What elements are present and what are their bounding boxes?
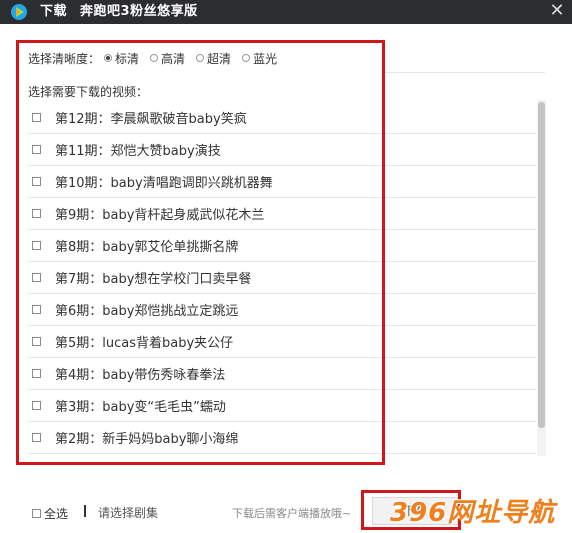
checkbox[interactable] <box>32 113 41 122</box>
list-item[interactable]: 第3期：baby变“毛毛虫”蠕动 <box>28 390 536 422</box>
list-item[interactable]: 第6期：baby郑恺挑战立定跳远 <box>28 294 536 326</box>
videos-label: 选择需要下载的视频： <box>28 85 149 99</box>
episode-label: 第6期：baby郑恺挑战立定跳远 <box>55 304 239 319</box>
episode-label: 第2期：新手妈妈baby聊小海绵 <box>55 432 239 447</box>
radio-icon <box>196 54 205 62</box>
radio-icon <box>242 54 251 62</box>
checkbox[interactable] <box>32 369 41 378</box>
list-item[interactable]: 第4期：baby带伤秀咏春拳法 <box>28 358 536 390</box>
episode-label: 第8期：baby郭艾伦单挑撕名牌 <box>55 240 239 255</box>
checkbox[interactable] <box>32 241 41 250</box>
list-item[interactable]: 第5期：lucas背着baby夹公仔 <box>28 326 536 358</box>
list-item[interactable]: 第10期：baby清唱跑调即兴跳机器舞 <box>28 166 536 198</box>
episode-label: 第7期：baby想在学校门口卖早餐 <box>55 272 252 287</box>
quality-selector: 选择清晰度： 标清 高清 超清 蓝光 <box>28 50 288 66</box>
title-action: 下载 <box>40 4 68 19</box>
quality-option-bluray[interactable]: 蓝光 <box>242 50 277 67</box>
title-bar: 下载 奔跑吧3粉丝悠享版 ✕ <box>0 0 572 24</box>
quality-option-label: 超清 <box>207 51 232 66</box>
quality-option-label: 高清 <box>161 51 186 66</box>
quality-option-label: 标清 <box>115 51 140 66</box>
radio-checked-icon <box>104 54 113 62</box>
download-button[interactable]: 下载 <box>372 497 458 525</box>
episode-label: 第4期：baby带伤秀咏春拳法 <box>55 368 226 383</box>
close-icon: ✕ <box>549 0 565 21</box>
app-logo-icon <box>11 4 27 20</box>
quality-label: 选择清晰度： <box>28 51 101 66</box>
window-title: 下载 奔跑吧3粉丝悠享版 <box>40 3 198 21</box>
checkbox[interactable] <box>32 305 41 314</box>
quality-option-label: 蓝光 <box>253 51 278 66</box>
title-name: 奔跑吧3粉丝悠享版 <box>80 4 198 19</box>
checkbox[interactable] <box>32 509 41 518</box>
episode-label: 第3期：baby变“毛毛虫”蠕动 <box>55 400 226 415</box>
radio-icon <box>150 54 159 62</box>
quality-option-uhd[interactable]: 超清 <box>196 50 231 67</box>
episode-label: 第11期：郑恺大赞baby演技 <box>55 144 221 159</box>
select-hint: 请选择剧集 <box>98 506 159 520</box>
quality-option-hd[interactable]: 高清 <box>150 50 185 67</box>
separator <box>84 505 86 517</box>
play-hint: 下载后需客户端播放哦~ <box>232 507 352 520</box>
episode-label: 第12期：李晨飙歌破音baby笑疯 <box>55 112 247 127</box>
checkbox[interactable] <box>32 337 41 346</box>
checkbox[interactable] <box>32 209 41 218</box>
checkbox[interactable] <box>32 401 41 410</box>
list-item[interactable]: 第2期：新手妈妈baby聊小海绵 <box>28 422 536 454</box>
episode-list: 第12期：李晨飙歌破音baby笑疯 第11期：郑恺大赞baby演技 第10期：b… <box>28 102 536 454</box>
list-item[interactable]: 第7期：baby想在学校门口卖早餐 <box>28 262 536 294</box>
checkbox[interactable] <box>32 177 41 186</box>
list-item[interactable]: 第11期：郑恺大赞baby演技 <box>28 134 536 166</box>
checkbox[interactable] <box>32 433 41 442</box>
quality-option-sd[interactable]: 标清 <box>104 50 139 67</box>
checkbox[interactable] <box>32 145 41 154</box>
close-button[interactable]: ✕ <box>548 2 566 20</box>
episode-label: 第5期：lucas背着baby夹公仔 <box>55 336 234 351</box>
checkbox[interactable] <box>32 273 41 282</box>
select-all-checkbox[interactable]: 全选 <box>32 505 68 522</box>
divider <box>384 72 545 73</box>
select-all-label: 全选 <box>44 507 69 521</box>
list-item[interactable]: 第12期：李晨飙歌破音baby笑疯 <box>28 102 536 134</box>
list-item[interactable]: 第8期：baby郭艾伦单挑撕名牌 <box>28 230 536 262</box>
list-item[interactable]: 第9期：baby背杆起身威武似花木兰 <box>28 198 536 230</box>
episode-label: 第9期：baby背杆起身威武似花木兰 <box>55 208 265 223</box>
episode-label: 第10期：baby清唱跑调即兴跳机器舞 <box>55 176 273 191</box>
scrollbar-thumb[interactable] <box>538 102 545 428</box>
